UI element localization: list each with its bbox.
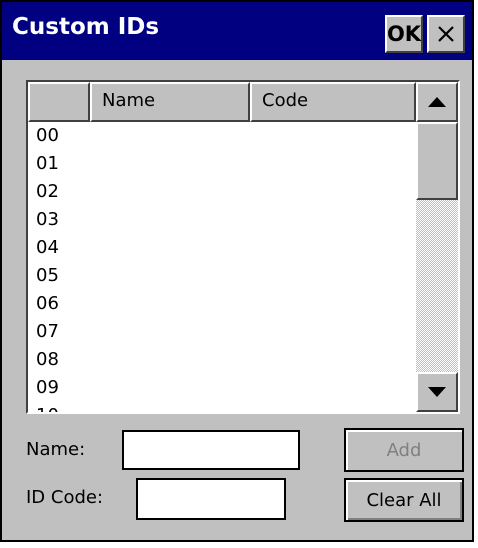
arrow-up-icon	[428, 97, 446, 107]
arrow-down-icon	[428, 387, 446, 397]
list-item[interactable]: 07	[28, 318, 416, 346]
list-item[interactable]: 06	[28, 290, 416, 318]
scroll-thumb[interactable]	[416, 122, 458, 200]
list-item[interactable]: 08	[28, 346, 416, 374]
custom-ids-list[interactable]: Name Code 00 01 02 03 04 05 06 07 08 09 …	[26, 80, 460, 414]
list-item[interactable]: 00	[28, 122, 416, 150]
name-label: Name:	[26, 439, 86, 460]
close-icon	[438, 26, 454, 42]
window-title: Custom IDs	[12, 14, 160, 40]
list-item[interactable]: 03	[28, 206, 416, 234]
list-item[interactable]: 10	[28, 402, 416, 412]
id-code-input[interactable]	[136, 478, 286, 520]
ok-button[interactable]: OK	[385, 15, 423, 53]
list-item[interactable]: 05	[28, 262, 416, 290]
list-item[interactable]: 02	[28, 178, 416, 206]
column-header-code[interactable]: Code	[250, 82, 416, 122]
close-button[interactable]	[427, 15, 465, 53]
name-input[interactable]	[122, 430, 300, 470]
add-button[interactable]: Add	[344, 428, 464, 472]
scroll-up-button[interactable]	[416, 82, 458, 122]
clear-all-button[interactable]: Clear All	[344, 478, 464, 522]
list-item[interactable]: 04	[28, 234, 416, 262]
scroll-down-button[interactable]	[416, 372, 458, 412]
vertical-scrollbar[interactable]	[416, 82, 458, 412]
list-item[interactable]: 09	[28, 374, 416, 402]
title-bar: Custom IDs OK	[2, 2, 472, 60]
column-header-name[interactable]: Name	[90, 82, 250, 122]
list-item[interactable]: 01	[28, 150, 416, 178]
list-header: Name Code	[28, 82, 416, 122]
list-rows: 00 01 02 03 04 05 06 07 08 09 10	[28, 122, 416, 412]
custom-ids-dialog: Custom IDs OK Name Code 00 01 02 03 04 0…	[0, 0, 474, 542]
column-header-index[interactable]	[28, 82, 90, 122]
id-code-label: ID Code:	[26, 487, 104, 508]
